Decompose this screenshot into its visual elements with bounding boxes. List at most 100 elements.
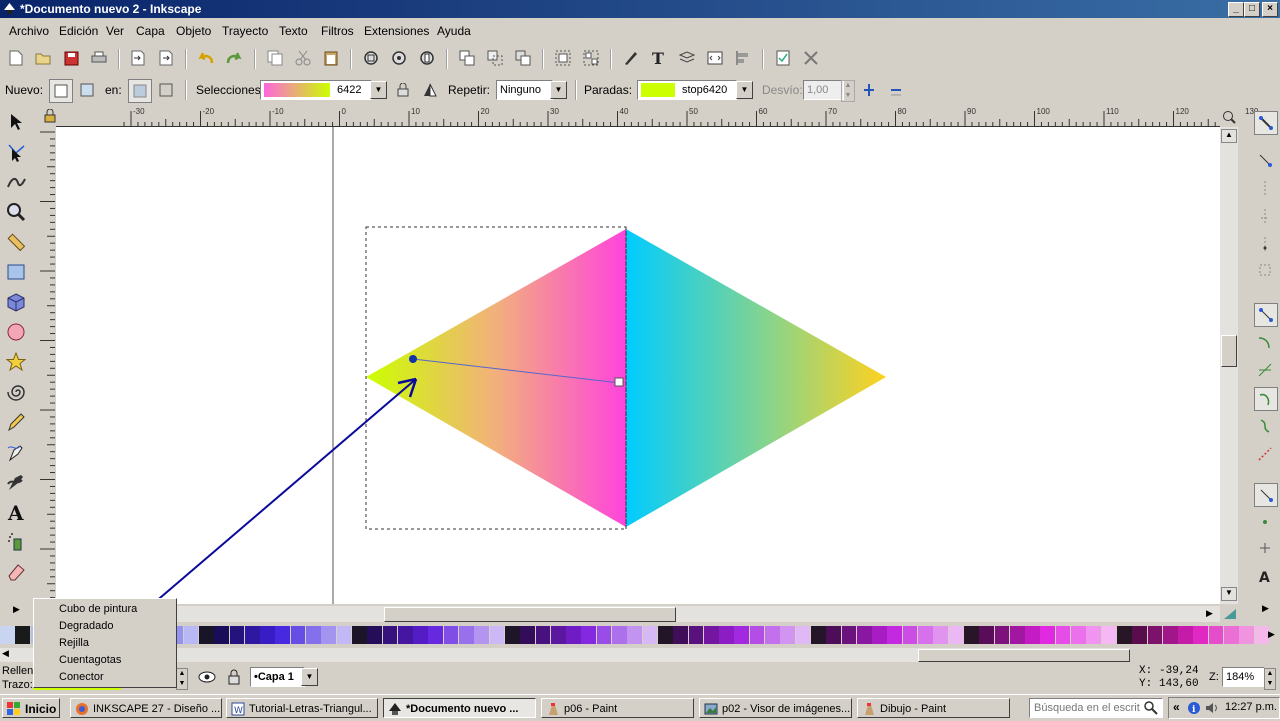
- toolbox-expand-icon[interactable]: ▶: [13, 604, 20, 615]
- menu-objeto[interactable]: Objeto: [176, 24, 211, 38]
- stop-select-field[interactable]: stop6420: [637, 80, 737, 100]
- snap-text-baseline-icon[interactable]: A: [1254, 565, 1276, 587]
- palette-swatch[interactable]: [734, 626, 751, 644]
- 3d-box-tool-icon[interactable]: [4, 289, 28, 315]
- snap-nodes-icon[interactable]: [1254, 303, 1278, 327]
- task-word[interactable]: W Tutorial-Letras-Triangul...: [226, 698, 378, 718]
- zoom-corner-icon[interactable]: [1222, 110, 1236, 124]
- eraser-tool-icon[interactable]: [4, 559, 28, 585]
- menu-ver[interactable]: Ver: [106, 24, 124, 38]
- snap-centers-icon[interactable]: [1254, 511, 1276, 533]
- palette-swatch[interactable]: [688, 626, 705, 644]
- text-tool-icon[interactable]: A: [4, 499, 28, 525]
- palette-swatch[interactable]: [1071, 626, 1087, 644]
- palette-swatch[interactable]: [979, 626, 995, 644]
- undo-icon[interactable]: [195, 47, 217, 69]
- node-tool-icon[interactable]: [4, 139, 28, 165]
- palette-swatch[interactable]: [780, 626, 797, 644]
- palette-swatch[interactable]: [367, 626, 383, 644]
- save-icon[interactable]: [60, 47, 82, 69]
- zoom-spinner[interactable]: ▲ ▼: [1264, 668, 1276, 690]
- gradient-end-handle[interactable]: [614, 377, 624, 387]
- palette-swatch[interactable]: [443, 626, 460, 644]
- zoom-page-icon[interactable]: [416, 47, 438, 69]
- palette-swatch[interactable]: [596, 626, 613, 644]
- palette-swatch[interactable]: [214, 626, 230, 644]
- desktop-search-input[interactable]: Búsqueda en el escrit: [1029, 698, 1163, 718]
- palette-swatch[interactable]: [918, 626, 934, 644]
- palette-swatch[interactable]: [826, 626, 842, 644]
- layer-visibility-eye-icon[interactable]: [198, 670, 216, 684]
- palette-swatch[interactable]: [1208, 626, 1225, 644]
- palette-swatch[interactable]: [994, 626, 1011, 644]
- paste-icon[interactable]: [320, 47, 342, 69]
- minimize-button[interactable]: _: [1228, 2, 1244, 17]
- palette-swatch[interactable]: [413, 626, 429, 644]
- palette-swatch[interactable]: [856, 626, 873, 644]
- snap-midpoints-icon[interactable]: [1254, 443, 1276, 465]
- menu-extensiones[interactable]: Extensiones: [364, 24, 429, 38]
- vertical-scrollbar[interactable]: ▲ ▼: [1220, 127, 1238, 604]
- palette-swatch[interactable]: [673, 626, 689, 644]
- palette-swatch[interactable]: [749, 626, 766, 644]
- palette-swatch[interactable]: [260, 626, 276, 644]
- palette-swatch[interactable]: [397, 626, 414, 644]
- palette-swatch[interactable]: [1162, 626, 1179, 644]
- calligraphy-tool-icon[interactable]: [4, 469, 28, 495]
- offset-input[interactable]: 1,00: [803, 80, 844, 100]
- palette-swatch[interactable]: [504, 626, 521, 644]
- vertical-scroll-thumb[interactable]: [1221, 335, 1237, 367]
- document-properties-icon[interactable]: [772, 47, 794, 69]
- scroll-down-icon[interactable]: ▼: [1221, 587, 1237, 601]
- print-icon[interactable]: [88, 47, 110, 69]
- snapbar-expand-icon[interactable]: ▶: [1262, 603, 1269, 614]
- preferences-icon[interactable]: [800, 47, 822, 69]
- start-button[interactable]: Inicio: [2, 698, 60, 718]
- zoom-tool-icon[interactable]: [4, 199, 28, 225]
- palette-scroll-right-icon[interactable]: ▶: [1268, 629, 1275, 640]
- palette-swatch[interactable]: [887, 626, 904, 644]
- left-triangle[interactable]: [366, 229, 626, 527]
- palette-swatch[interactable]: [459, 626, 475, 644]
- color-managed-icon[interactable]: [1222, 607, 1238, 621]
- ungroup-icon[interactable]: [580, 47, 602, 69]
- palette-swatch[interactable]: [489, 626, 506, 644]
- snap-smooth-nodes-icon[interactable]: [1254, 415, 1276, 437]
- palette-swatch[interactable]: [0, 626, 16, 644]
- task-paint-p06[interactable]: p06 - Paint: [541, 698, 694, 718]
- palette-scroll-thumb[interactable]: [918, 649, 1130, 662]
- palette-swatch[interactable]: [1178, 626, 1194, 644]
- close-button[interactable]: ×: [1262, 2, 1278, 17]
- clone-icon[interactable]: [484, 47, 506, 69]
- radial-gradient-button[interactable]: [76, 79, 98, 101]
- popup-item-dropper[interactable]: Cuentagotas: [59, 654, 121, 666]
- repeat-dropdown[interactable]: ▼: [550, 81, 567, 99]
- star-tool-icon[interactable]: [4, 349, 28, 375]
- palette-swatch[interactable]: [535, 626, 552, 644]
- volume-icon[interactable]: [1205, 701, 1219, 715]
- open-folder-icon[interactable]: [32, 47, 54, 69]
- unlink-clone-icon[interactable]: [512, 47, 534, 69]
- palette-swatch[interactable]: [1086, 626, 1103, 644]
- maximize-button[interactable]: □: [1244, 2, 1260, 17]
- palette-swatch[interactable]: [1040, 626, 1057, 644]
- task-paint-dibujo[interactable]: Dibujo - Paint: [857, 698, 1010, 718]
- palette-swatch[interactable]: [336, 626, 353, 644]
- snap-bbox-icon[interactable]: [1254, 149, 1276, 171]
- popup-item-gradient[interactable]: Degradado: [59, 620, 113, 632]
- palette-swatch[interactable]: [765, 626, 781, 644]
- snap-bbox-corners-icon[interactable]: [1254, 205, 1276, 227]
- gradient-select-field[interactable]: 6422: [260, 80, 372, 100]
- palette-swatch[interactable]: [1025, 626, 1041, 644]
- zoom-drawing-icon[interactable]: [388, 47, 410, 69]
- palette-swatch[interactable]: [566, 626, 582, 644]
- palette-swatch[interactable]: [902, 626, 919, 644]
- palette-swatch[interactable]: [275, 626, 292, 644]
- ruler-lock-icon[interactable]: [44, 109, 56, 123]
- palette-swatch[interactable]: [550, 626, 567, 644]
- redo-icon[interactable]: [223, 47, 245, 69]
- snap-cusp-nodes-icon[interactable]: [1254, 387, 1278, 411]
- align-icon[interactable]: [732, 47, 754, 69]
- delete-stop-icon[interactable]: [885, 79, 907, 101]
- layer-dropdown[interactable]: ▼: [301, 668, 318, 686]
